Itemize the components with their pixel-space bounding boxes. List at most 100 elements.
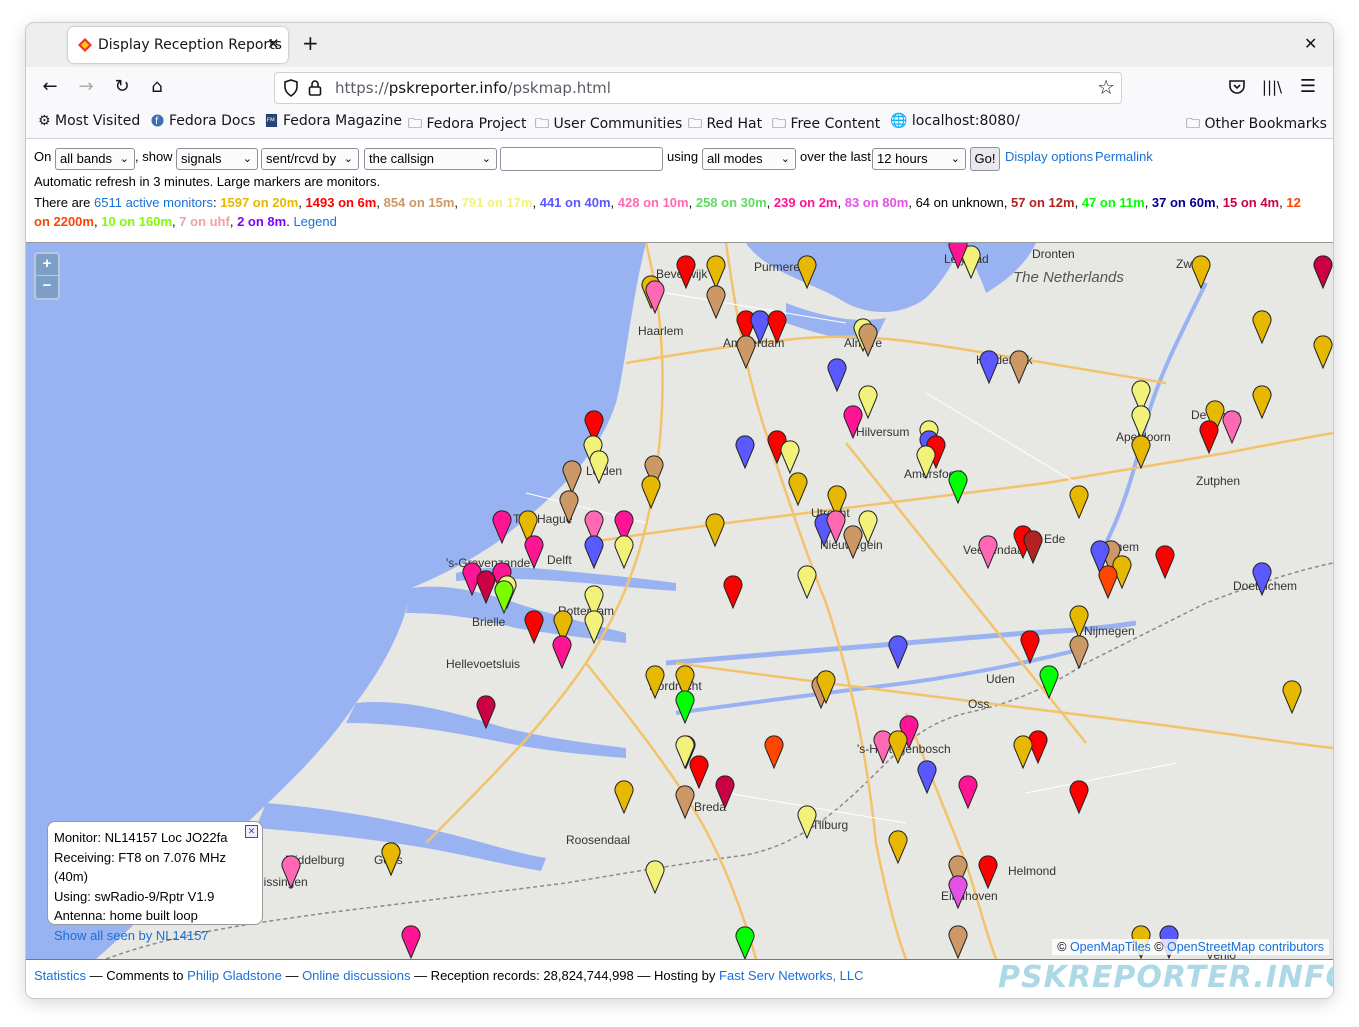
bookmark-fedora-magazine[interactable]: FM Fedora Magazine (264, 113, 402, 129)
close-window-icon[interactable]: ✕ (1304, 34, 1317, 53)
forward-icon[interactable]: → (74, 75, 98, 99)
chevron-down-icon: ⌄ (481, 153, 491, 165)
fedora-icon: f (151, 114, 164, 127)
city-label: Brielle (472, 615, 506, 629)
svg-text:FM: FM (267, 117, 275, 123)
menu-icon[interactable]: ☰ (1296, 75, 1320, 99)
permalink-link[interactable]: Permalink (1095, 149, 1153, 164)
city-label: Roosendaal (566, 833, 630, 847)
bookmark-localhost[interactable]: 🌐 localhost:8080/ (890, 113, 1020, 129)
library-icon[interactable]: |||\ (1260, 75, 1284, 99)
fedora-magazine-icon: FM (265, 114, 278, 127)
city-label: Ede (1044, 532, 1066, 546)
url-text[interactable]: https://pskreporter.info/pskmap.html (335, 79, 611, 97)
band-count: 441 on 40m (539, 195, 611, 210)
monitor-summary: There are 6511 active monitors: 1597 on … (34, 193, 1319, 231)
city-label: Eindhoven (941, 889, 998, 903)
band-count: 37 on 60m (1151, 195, 1216, 210)
city-label: Helmond (1008, 864, 1056, 878)
city-label: Haarlem (638, 324, 683, 338)
direction-select[interactable]: sent/rcvd by ⌄ (261, 148, 359, 170)
band-count: 428 on 10m (617, 195, 689, 210)
bookmark-user-communities[interactable]: 🗀 User Communities (535, 113, 682, 137)
pocket-icon[interactable] (1228, 79, 1246, 95)
navigation-toolbar: ← → ↻ ⌂ https://pskreporter.info/pskmap.… (26, 67, 1333, 107)
band-count: 47 on 11m (1081, 195, 1145, 210)
url-bar[interactable]: https://pskreporter.info/pskmap.html ☆ (274, 72, 1122, 104)
back-icon[interactable]: ← (38, 75, 62, 99)
target-select[interactable]: the callsign ⌄ (364, 148, 497, 170)
reload-icon[interactable]: ↻ (110, 75, 134, 99)
refresh-status: Automatic refresh in 3 minutes. Large ma… (34, 174, 381, 189)
monitor-popup: ✕ Monitor: NL14157 Loc JO22fa Receiving:… (47, 821, 263, 943)
bookmark-star-icon[interactable]: ☆ (1097, 75, 1115, 99)
zoom-control[interactable]: + − (34, 252, 60, 300)
gear-icon: ⚙ (38, 113, 51, 129)
hosting-link[interactable]: Fast Serv Networks, LLC (719, 968, 864, 983)
city-label: Delft (547, 553, 572, 567)
band-count: 83 on 80m (844, 195, 909, 210)
bookmark-fedora-docs[interactable]: f Fedora Docs (150, 113, 255, 129)
band-counts: 1597 on 20m, 1493 on 6m, 854 on 15m, 791… (34, 195, 1301, 229)
tab-display-reception-reports[interactable]: Display Reception Reports ✕ (68, 27, 288, 63)
band-count: 15 on 4m (1222, 195, 1280, 210)
zoom-out-button[interactable]: − (36, 276, 58, 297)
band-count: 854 on 15m (383, 195, 455, 210)
bookmark-red-hat[interactable]: 🗀 Red Hat (688, 113, 762, 137)
display-options-link[interactable]: Display options (1005, 149, 1093, 164)
callsign-input[interactable] (500, 147, 663, 171)
folder-icon: 🗀 (1186, 116, 1200, 132)
over-the-last-label: over the last (800, 149, 871, 164)
chevron-down-icon: ⌄ (119, 153, 129, 165)
openmaptiles-link[interactable]: OpenMapTiles (1070, 940, 1151, 954)
city-label: Hellevoetsluis (446, 657, 520, 671)
bookmark-fedora-project[interactable]: 🗀 Fedora Project (408, 113, 527, 137)
mode-select[interactable]: all modes ⌄ (702, 148, 796, 170)
page-footer: Statistics — Comments to Philip Gladston… (34, 968, 864, 983)
home-icon[interactable]: ⌂ (145, 75, 169, 99)
band-count: 64 on unknown (915, 195, 1004, 210)
bookmark-most-visited[interactable]: ⚙ Most Visited (38, 113, 140, 129)
online-discussions-link[interactable]: Online discussions (302, 968, 410, 983)
popup-monitor: Monitor: NL14157 Loc JO22fa (54, 830, 228, 845)
active-monitors-link[interactable]: 6511 active monitors (94, 195, 213, 210)
bookmark-free-content[interactable]: 🗀 Free Content (772, 113, 880, 137)
show-label: , show (135, 149, 173, 164)
folder-icon: 🗀 (408, 116, 422, 132)
city-label: Hilversum (856, 425, 909, 439)
close-tab-icon[interactable]: ✕ (267, 35, 280, 53)
city-label: Zutphen (1196, 474, 1240, 488)
lock-icon[interactable] (308, 79, 322, 97)
statistics-link[interactable]: Statistics (34, 968, 86, 983)
city-label: Tilburg (812, 818, 848, 832)
show-select[interactable]: signals ⌄ (176, 148, 258, 170)
zoom-in-button[interactable]: + (36, 254, 58, 276)
go-button[interactable]: Go! (970, 147, 1000, 171)
page-content: On all bands ⌄ , show signals ⌄ sent/rcvd … (26, 139, 1333, 998)
new-tab-icon[interactable]: + (302, 33, 319, 53)
band-select[interactable]: all bands ⌄ (55, 148, 135, 170)
city-label: Dronten (1032, 247, 1075, 261)
chevron-down-icon: ⌄ (780, 153, 790, 165)
band-count: 791 on 17m (461, 195, 533, 210)
on-label: On (34, 149, 52, 164)
period-select[interactable]: 12 hours ⌄ (872, 148, 966, 170)
band-count: 10 on 160m (101, 214, 173, 229)
popup-close-icon[interactable]: ✕ (245, 825, 258, 838)
openstreetmap-link[interactable]: OpenStreetMap contributors (1167, 940, 1324, 954)
city-label: Nijmegen (1084, 624, 1135, 638)
tab-bar: Display Reception Reports ✕ + ✕ (26, 23, 1333, 67)
region-label: The Netherlands (1013, 269, 1124, 286)
tracking-shield-icon[interactable] (283, 79, 299, 97)
chevron-down-icon: ⌄ (343, 153, 353, 165)
other-bookmarks[interactable]: 🗀 Other Bookmarks (1186, 113, 1327, 137)
band-count: 7 on uhf (179, 214, 230, 229)
author-link[interactable]: Philip Gladstone (187, 968, 282, 983)
popup-show-all-link[interactable]: Show all seen by NL14157 (54, 926, 256, 946)
legend-link[interactable]: Legend (293, 214, 336, 229)
map-attribution: © OpenMapTiles © OpenStreetMap contribut… (1052, 939, 1329, 955)
popup-receiving: Receiving: FT8 on 7.076 MHz (40m) (54, 849, 226, 885)
map-view[interactable]: HaarlemAmsterdamAlmereHarderwijkHilversu… (26, 242, 1333, 960)
band-count: 239 on 2m (773, 195, 838, 210)
pskreporter-brand: PSKREPORTER.INFO (998, 960, 1333, 995)
